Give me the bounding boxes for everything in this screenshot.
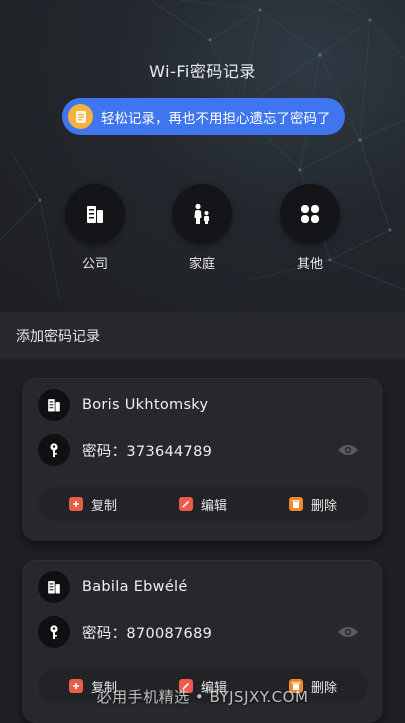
building-icon: [38, 389, 70, 421]
trash-icon: [288, 497, 303, 511]
edit-icon: [178, 497, 193, 511]
category-label: 家庭: [188, 257, 215, 272]
copy-button[interactable]: 复制: [38, 487, 148, 521]
page-title: Wi-Fi密码记录: [149, 62, 256, 81]
record-card: Boris Ukhtomsky 密码：373644789 复制 编辑 删除: [22, 378, 383, 541]
building-icon: [38, 571, 70, 603]
category-family[interactable]: 家庭: [171, 184, 233, 272]
category-company[interactable]: 公司: [64, 184, 126, 272]
category-label: 公司: [81, 257, 108, 272]
record-name: Boris Ukhtomsky: [82, 397, 209, 413]
family-icon: [172, 184, 232, 244]
eye-icon[interactable]: [337, 621, 359, 643]
note-icon: [68, 104, 93, 129]
tip-banner: 轻松记录，再也不用担心遗忘了密码了: [62, 98, 345, 135]
key-icon: [38, 434, 70, 466]
header-hero: Wi-Fi密码记录 轻松记录，再也不用担心遗忘了密码了 公司 家庭 其他: [0, 0, 405, 312]
edit-button[interactable]: 编辑: [148, 487, 258, 521]
delete-button[interactable]: 删除: [258, 487, 368, 521]
record-password-row: 密码：870087689: [38, 616, 212, 648]
tip-text: 轻松记录，再也不用担心遗忘了密码了: [101, 110, 331, 127]
building-icon: [65, 184, 125, 244]
eye-icon[interactable]: [337, 439, 359, 461]
record-name-row: Babila Ebwélé: [38, 571, 188, 603]
watermark-text: 必用手机精选 • BYJSJXY.COM: [96, 688, 309, 706]
key-icon: [38, 616, 70, 648]
record-actions: 复制 编辑 删除: [38, 487, 368, 521]
copy-icon: [68, 497, 83, 511]
category-label: 其他: [296, 257, 323, 272]
section-header[interactable]: 添加密码记录: [0, 312, 405, 359]
password-text: 密码：870087689: [82, 625, 213, 642]
category-other[interactable]: 其他: [279, 184, 341, 272]
record-name: Babila Ebwélé: [82, 579, 188, 595]
password-text: 密码：373644789: [82, 443, 213, 460]
grid-icon: [280, 184, 340, 244]
add-record-title: 添加密码记录: [16, 329, 100, 345]
record-password-row: 密码：373644789: [38, 434, 212, 466]
record-name-row: Boris Ukhtomsky: [38, 389, 208, 421]
